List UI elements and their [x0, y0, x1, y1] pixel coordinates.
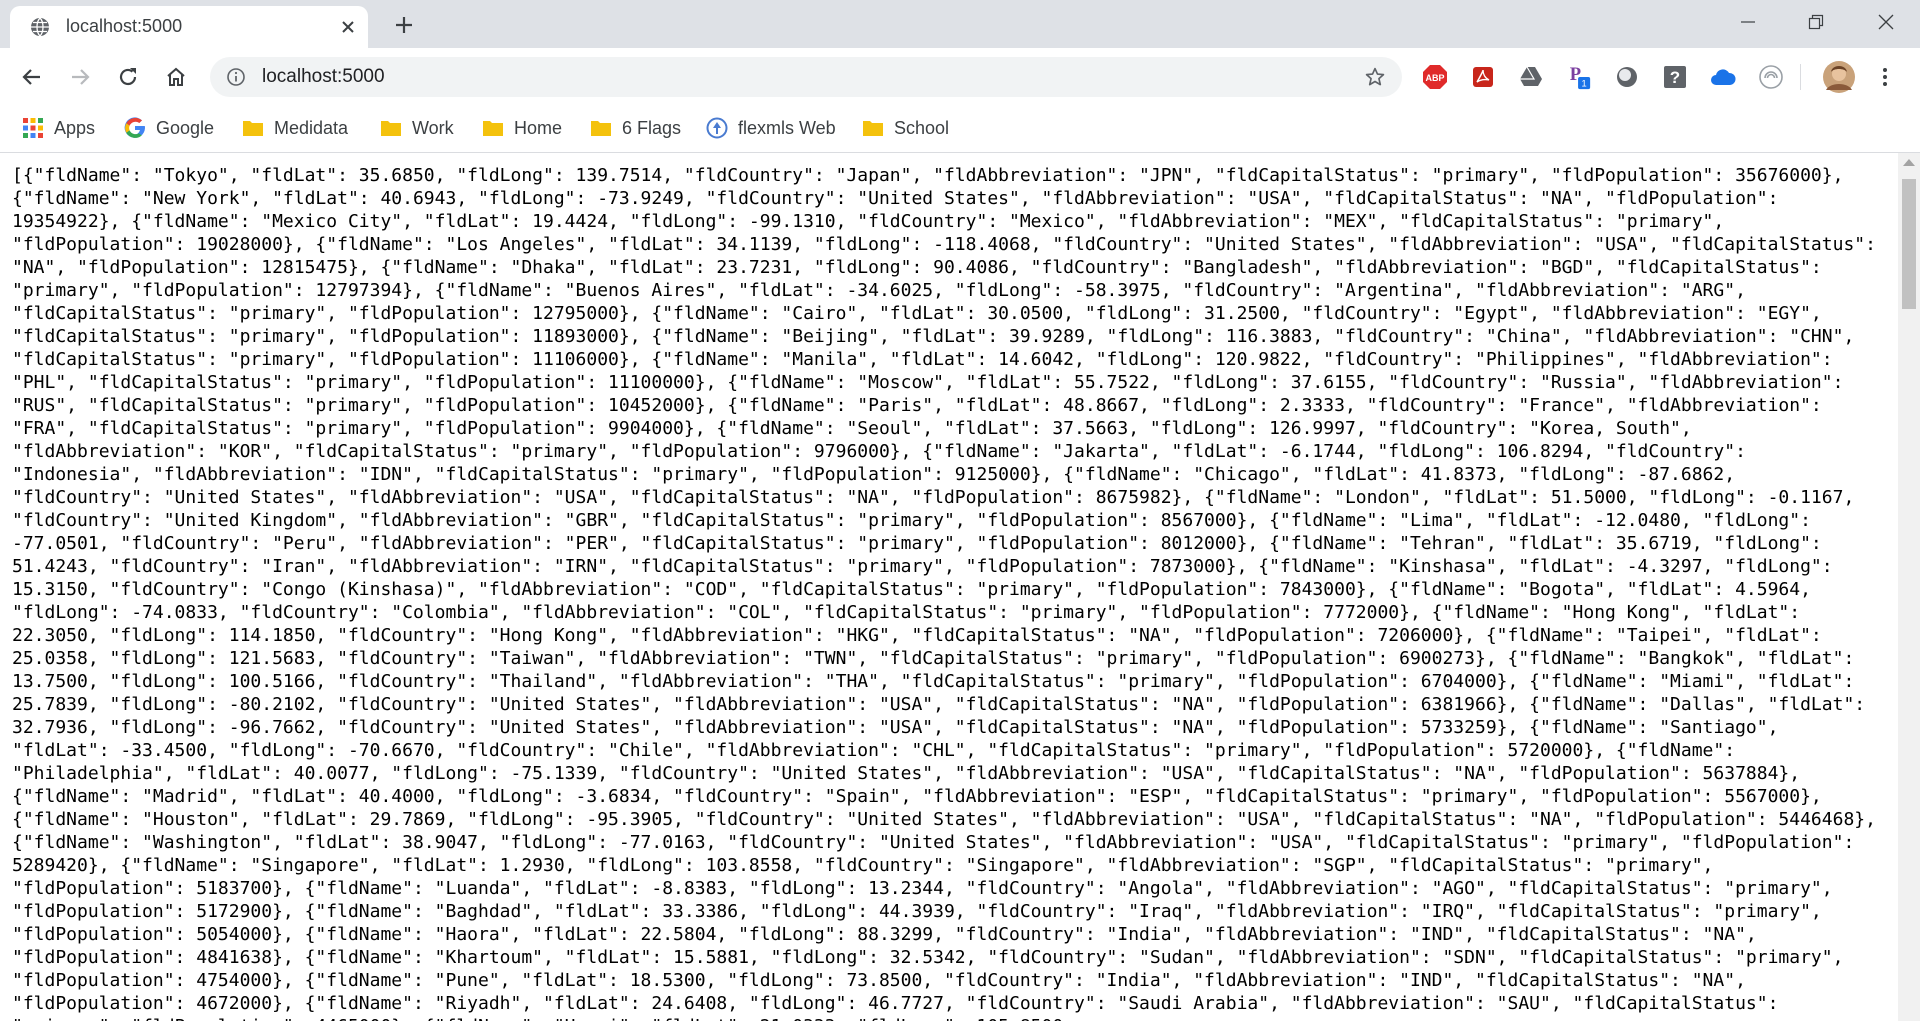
- bookmark-star-icon[interactable]: [1364, 66, 1386, 88]
- bookmark-label: Work: [412, 117, 454, 138]
- bookmark-label: 6 Flags: [622, 117, 682, 138]
- help-icon[interactable]: ?: [1662, 64, 1688, 90]
- bookmark-label: Home: [514, 117, 563, 138]
- scrollbar-thumb[interactable]: [1902, 179, 1916, 309]
- bookmark-flexmls-web[interactable]: flexmls Web: [706, 116, 836, 140]
- svg-text:1: 1: [1582, 79, 1587, 89]
- url-text[interactable]: localhost:5000: [262, 66, 385, 88]
- abp-icon[interactable]: ABP: [1422, 64, 1448, 90]
- back-arrow-icon[interactable]: [20, 65, 44, 89]
- bookmark-label: School: [894, 117, 950, 138]
- apps-grid-icon: [23, 118, 43, 138]
- bookmark-google[interactable]: Google: [124, 116, 214, 140]
- bookmark-6-flags[interactable]: 6 Flags: [590, 116, 681, 140]
- globe-icon: [31, 17, 49, 37]
- minimize-button[interactable]: [1728, 8, 1768, 36]
- circle-icon[interactable]: [1614, 64, 1640, 90]
- folder-icon: [863, 121, 883, 136]
- bookmark-label: flexmls Web: [738, 117, 836, 138]
- address-bar[interactable]: localhost:5000: [210, 57, 1402, 97]
- google-icon: [124, 117, 145, 138]
- extension-p-icon[interactable]: P 1: [1566, 64, 1592, 90]
- close-window-button[interactable]: [1866, 8, 1906, 36]
- bookmark-label: Google: [156, 117, 215, 138]
- drive-icon[interactable]: [1518, 64, 1544, 90]
- audio-icon[interactable]: [1758, 64, 1784, 90]
- info-icon[interactable]: [226, 67, 246, 87]
- minimize-icon: [1741, 21, 1755, 23]
- bookmarks-bar: Apps Google Medidata Work Home 6 Flags f…: [0, 106, 1920, 153]
- svg-text:?: ?: [1670, 68, 1680, 87]
- bookmark-label: Medidata: [274, 117, 349, 138]
- json-response-text: [{"fldName": "Tokyo", "fldLat": 35.6850,…: [12, 165, 1876, 1021]
- browser-tab[interactable]: localhost:5000: [10, 6, 368, 48]
- forward-arrow-icon[interactable]: [68, 65, 92, 89]
- flexmls-icon: [706, 117, 728, 139]
- svg-text:ABP: ABP: [1425, 73, 1444, 83]
- bookmark-apps[interactable]: Apps: [22, 116, 95, 140]
- tab-strip: localhost:5000: [0, 0, 1920, 48]
- toolbar-divider: [1800, 64, 1801, 90]
- browser-toolbar: localhost:5000 ABP P 1 ?: [0, 48, 1920, 106]
- close-icon: [1878, 14, 1894, 30]
- restore-button[interactable]: [1796, 8, 1836, 36]
- tab-title: localhost:5000: [66, 16, 183, 36]
- bookmark-school[interactable]: School: [862, 116, 949, 140]
- folder-icon: [483, 121, 503, 136]
- reload-icon[interactable]: [116, 65, 140, 89]
- home-icon[interactable]: [164, 65, 188, 89]
- menu-kebab-icon[interactable]: [1873, 65, 1897, 89]
- bookmark-label: Apps: [54, 117, 96, 138]
- cloud-icon[interactable]: [1710, 64, 1736, 90]
- vertical-scrollbar[interactable]: [1898, 153, 1920, 1021]
- avatar[interactable]: [1822, 60, 1856, 94]
- restore-icon: [1808, 14, 1824, 30]
- scroll-up-arrow-icon[interactable]: [1903, 159, 1915, 166]
- bookmark-home[interactable]: Home: [482, 116, 562, 140]
- folder-icon: [591, 121, 611, 136]
- pdf-icon[interactable]: [1470, 64, 1496, 90]
- page-content: [{"fldName": "Tokyo", "fldLat": 35.6850,…: [0, 153, 1898, 1021]
- bookmark-medidata[interactable]: Medidata: [242, 116, 348, 140]
- folder-icon: [243, 121, 263, 136]
- new-tab-icon[interactable]: [392, 13, 416, 37]
- close-tab-icon[interactable]: [338, 17, 358, 37]
- folder-icon: [381, 121, 401, 136]
- bookmark-work[interactable]: Work: [380, 116, 454, 140]
